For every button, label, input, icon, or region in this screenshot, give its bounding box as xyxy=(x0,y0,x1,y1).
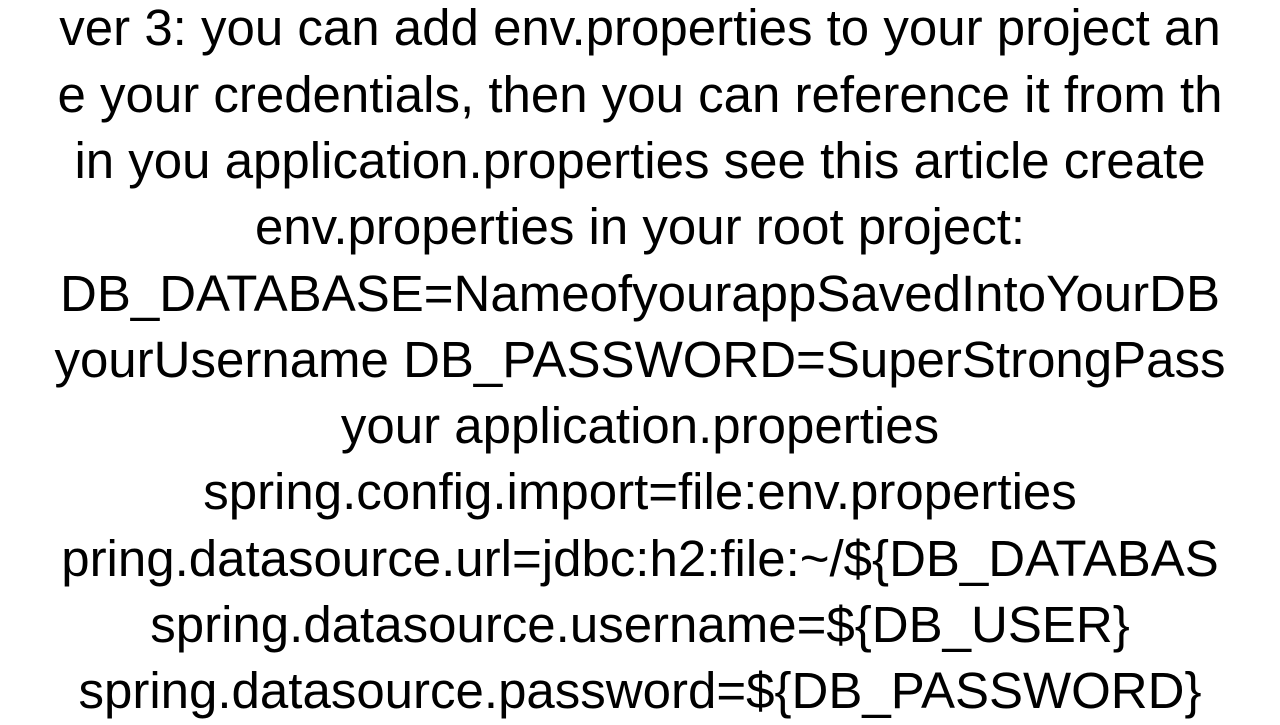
document-text: ver 3: you can add env.properties to you… xyxy=(0,0,1280,725)
